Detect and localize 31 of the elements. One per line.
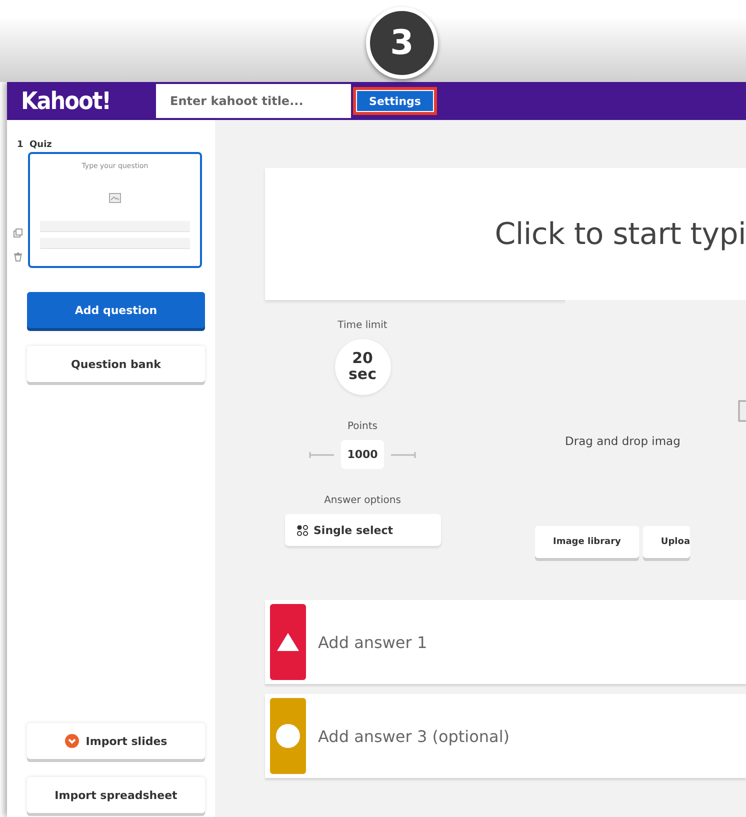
points-label: Points: [347, 421, 378, 432]
slider-line-icon: [390, 452, 416, 458]
triangle-icon: [277, 633, 299, 651]
answer-field[interactable]: Add answer 3 (optional): [265, 694, 746, 778]
duplicate-icon[interactable]: [13, 228, 23, 238]
answer-options-dropdown[interactable]: Single select: [284, 514, 440, 546]
logo: Kahoot!: [21, 87, 112, 115]
question-placeholder: Click to start typi: [494, 216, 746, 252]
points-selector[interactable]: 1000: [341, 440, 384, 469]
image-library-button[interactable]: Image library: [535, 526, 639, 558]
question-field[interactable]: Click to start typi: [265, 168, 746, 300]
time-limit-selector[interactable]: 20 sec: [334, 339, 390, 395]
slide-label: 1 Quiz: [17, 140, 53, 150]
slider-line-icon: [309, 452, 336, 458]
title-input-field[interactable]: Enter kahoot title...: [156, 84, 351, 118]
circle-icon: [276, 724, 300, 748]
trash-icon[interactable]: [13, 252, 23, 262]
media-hint-text: Drag and drop imag: [565, 434, 680, 448]
time-limit-label: Time limit: [338, 320, 388, 331]
answer-options-label: Answer options: [324, 495, 401, 506]
settings-button[interactable]: Settings: [353, 87, 437, 115]
grid-dots-icon: [296, 524, 308, 536]
import-icon: [64, 734, 79, 748]
upload-button[interactable]: Uploa: [642, 526, 690, 558]
answer-field[interactable]: Add answer 1: [265, 600, 746, 684]
answer-placeholder: Add answer 1: [318, 632, 428, 652]
question-bank-button[interactable]: Question bank: [27, 346, 205, 382]
answer-placeholder: Add answer 3 (optional): [318, 726, 510, 746]
add-question-button[interactable]: Add question: [27, 292, 205, 328]
import-spreadsheet-button[interactable]: Import spreadsheet: [27, 777, 205, 813]
import-slides-button[interactable]: Import slides: [27, 723, 205, 759]
